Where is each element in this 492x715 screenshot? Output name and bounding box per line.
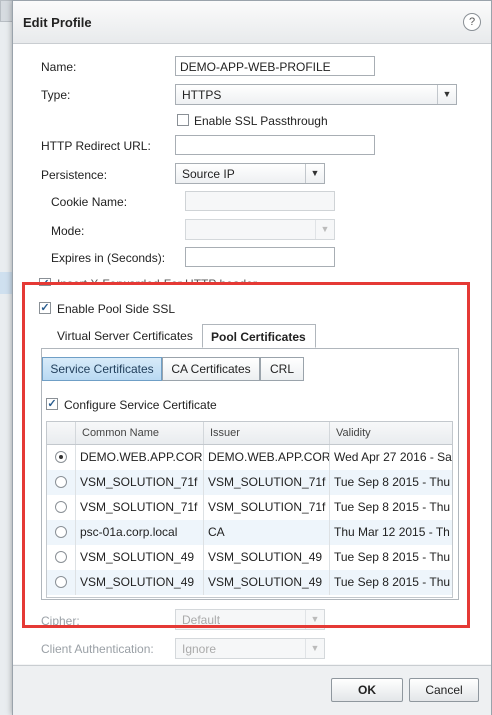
redirect-url-label: HTTP Redirect URL: bbox=[41, 139, 151, 153]
table-row[interactable]: VSM_SOLUTION_49 VSM_SOLUTION_49 Tue Sep … bbox=[47, 545, 452, 570]
row-radio[interactable] bbox=[55, 551, 67, 563]
persistence-select[interactable]: Source IP ▼ bbox=[175, 163, 325, 184]
cell-validity: Tue Sep 8 2015 - Thu bbox=[329, 470, 452, 495]
cell-common-name: DEMO.WEB.APP.COR bbox=[75, 445, 203, 470]
client-auth-label: Client Authentication: bbox=[41, 642, 154, 656]
row-radio[interactable] bbox=[55, 526, 67, 538]
cipher-label: Cipher: bbox=[41, 614, 80, 628]
pool-side-ssl-checkbox[interactable]: ✓ bbox=[39, 302, 51, 314]
column-header-issuer[interactable]: Issuer bbox=[203, 422, 329, 444]
chevron-down-icon: ▼ bbox=[305, 164, 324, 183]
cell-issuer: DEMO.WEB.APP.COR bbox=[203, 445, 329, 470]
subtab-ca-certificates[interactable]: CA Certificates bbox=[162, 357, 260, 381]
cell-validity: Wed Apr 27 2016 - Sa bbox=[329, 445, 452, 470]
type-label: Type: bbox=[41, 88, 71, 102]
client-auth-select-value: Ignore bbox=[182, 642, 217, 656]
cell-common-name: VSM_SOLUTION_71f bbox=[75, 470, 203, 495]
pool-side-ssl-label: Enable Pool Side SSL bbox=[57, 302, 176, 316]
cell-common-name: psc-01a.corp.local bbox=[75, 520, 203, 545]
type-select-value: HTTPS bbox=[182, 88, 222, 102]
cell-validity: Tue Sep 8 2015 - Thu bbox=[329, 570, 452, 595]
persistence-select-value: Source IP bbox=[182, 167, 235, 181]
row-radio[interactable] bbox=[55, 501, 67, 513]
cipher-select-value: Default bbox=[182, 613, 221, 627]
table-row[interactable]: VSM_SOLUTION_71f VSM_SOLUTION_71f Tue Se… bbox=[47, 495, 452, 520]
table-row[interactable]: VSM_SOLUTION_71f VSM_SOLUTION_71f Tue Se… bbox=[47, 470, 452, 495]
mode-select[interactable]: ▼ bbox=[185, 219, 335, 240]
expires-label: Expires in (Seconds): bbox=[51, 251, 166, 265]
ok-button[interactable]: OK bbox=[331, 678, 403, 702]
mode-label: Mode: bbox=[51, 224, 85, 238]
subtab-crl[interactable]: CRL bbox=[260, 357, 304, 381]
expires-input[interactable] bbox=[185, 247, 335, 267]
table-row[interactable]: psc-01a.corp.local CA Thu Mar 12 2015 - … bbox=[47, 520, 452, 545]
client-auth-select[interactable]: Ignore ▼ bbox=[175, 638, 325, 659]
name-input[interactable]: DEMO-APP-WEB-PROFILE bbox=[175, 56, 375, 76]
chevron-down-icon: ▼ bbox=[305, 639, 324, 658]
cell-issuer: VSM_SOLUTION_71f bbox=[203, 495, 329, 520]
persistence-label: Persistence: bbox=[41, 168, 108, 182]
cell-issuer: VSM_SOLUTION_71f bbox=[203, 470, 329, 495]
table-row[interactable]: VSM_SOLUTION_49 VSM_SOLUTION_49 Tue Sep … bbox=[47, 570, 452, 595]
redirect-url-input[interactable] bbox=[175, 135, 375, 155]
cell-issuer: VSM_SOLUTION_49 bbox=[203, 570, 329, 595]
ssl-passthrough-checkbox[interactable] bbox=[177, 114, 189, 126]
dialog-footer: OK Cancel bbox=[13, 665, 491, 715]
chevron-down-icon: ▼ bbox=[305, 610, 324, 629]
xff-checkbox[interactable]: ✓ bbox=[39, 278, 51, 286]
table-header: Common Name Issuer Validity bbox=[47, 422, 452, 445]
row-radio[interactable] bbox=[55, 451, 67, 463]
cell-validity: Tue Sep 8 2015 - Thu bbox=[329, 495, 452, 520]
cell-issuer: CA bbox=[203, 520, 329, 545]
cell-issuer: VSM_SOLUTION_49 bbox=[203, 545, 329, 570]
chevron-down-icon: ▼ bbox=[437, 85, 456, 104]
configure-service-certificate-label: Configure Service Certificate bbox=[64, 398, 217, 412]
ssl-passthrough-label: Enable SSL Passthrough bbox=[194, 114, 328, 128]
name-label: Name: bbox=[41, 60, 77, 74]
column-header-common-name[interactable]: Common Name bbox=[75, 422, 203, 444]
edit-profile-dialog: Edit Profile ? Name: DEMO-APP-WEB-PROFIL… bbox=[12, 0, 492, 715]
cell-common-name: VSM_SOLUTION_49 bbox=[75, 545, 203, 570]
pool-certificates-panel: Service Certificates CA Certificates CRL… bbox=[41, 348, 459, 600]
dialog-content: Name: DEMO-APP-WEB-PROFILE Type: HTTPS ▼… bbox=[13, 44, 491, 664]
tab-virtual-server-certificates[interactable]: Virtual Server Certificates bbox=[49, 324, 201, 348]
help-icon[interactable]: ? bbox=[463, 13, 481, 31]
cell-common-name: VSM_SOLUTION_71f bbox=[75, 495, 203, 520]
subtab-service-certificates[interactable]: Service Certificates bbox=[42, 357, 162, 381]
table-row[interactable]: DEMO.WEB.APP.COR DEMO.WEB.APP.COR Wed Ap… bbox=[47, 445, 452, 470]
xff-label: Insert X-Forwarded-For HTTP header bbox=[57, 277, 257, 285]
certificates-table: Common Name Issuer Validity DEMO.WEB.APP… bbox=[46, 421, 453, 598]
cell-validity: Thu Mar 12 2015 - Th bbox=[329, 520, 452, 545]
cancel-button[interactable]: Cancel bbox=[409, 678, 479, 702]
configure-service-certificate-checkbox[interactable]: ✓ bbox=[46, 398, 58, 410]
row-radio[interactable] bbox=[55, 476, 67, 488]
cell-common-name: VSM_SOLUTION_49 bbox=[75, 570, 203, 595]
dialog-titlebar: Edit Profile ? bbox=[13, 1, 491, 44]
dialog-title: Edit Profile bbox=[23, 15, 92, 30]
cell-validity: Tue Sep 8 2015 - Thu bbox=[329, 545, 452, 570]
cookie-name-input[interactable] bbox=[185, 191, 335, 211]
type-select[interactable]: HTTPS ▼ bbox=[175, 84, 457, 105]
cookie-name-label: Cookie Name: bbox=[51, 195, 128, 209]
cipher-select[interactable]: Default ▼ bbox=[175, 609, 325, 630]
row-radio[interactable] bbox=[55, 576, 67, 588]
chevron-down-icon: ▼ bbox=[315, 220, 334, 239]
tab-pool-certificates[interactable]: Pool Certificates bbox=[202, 324, 316, 348]
column-header-validity[interactable]: Validity bbox=[329, 422, 452, 444]
